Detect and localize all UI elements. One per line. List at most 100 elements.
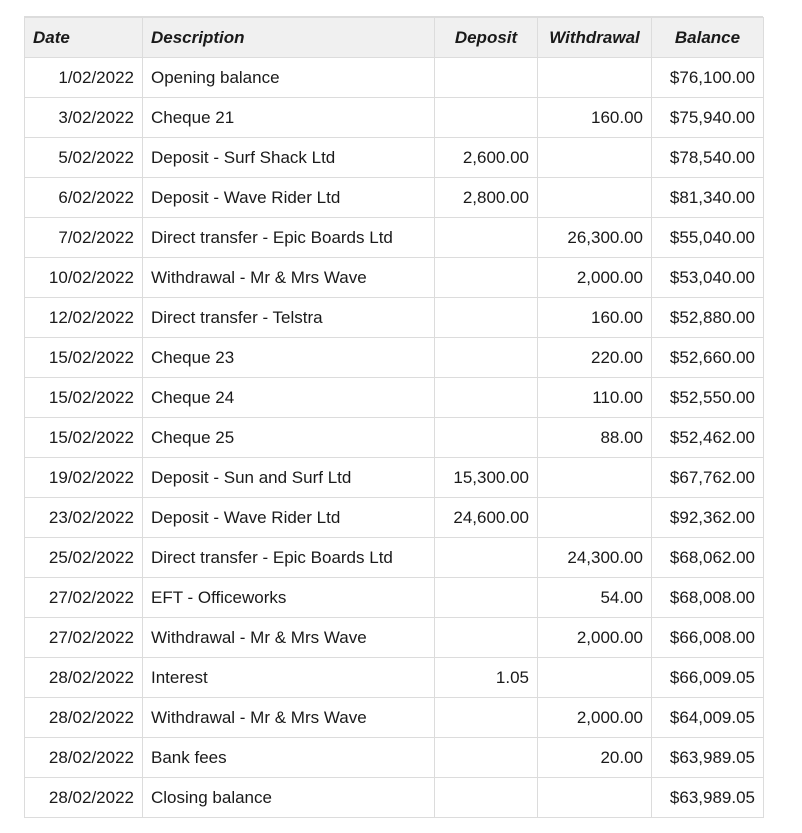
date-cell: 1/02/2022: [24, 57, 143, 98]
date-cell: 3/02/2022: [24, 97, 143, 138]
date-cell: 10/02/2022: [24, 257, 143, 298]
description-cell: Deposit - Wave Rider Ltd: [142, 177, 435, 218]
date-cell: 15/02/2022: [24, 377, 143, 418]
table-row: 12/02/2022 Direct transfer - Telstra 160.0…: [24, 297, 764, 338]
withdrawal-cell: 2,000.00: [537, 617, 652, 658]
description-cell: Interest: [142, 657, 435, 698]
balance-cell: $64,009.05: [651, 697, 764, 738]
date-cell: 25/02/2022: [24, 537, 143, 578]
table-row: 7/02/2022 Direct transfer - Epic Boards L…: [24, 217, 764, 258]
description-cell: Opening balance: [142, 57, 435, 98]
withdrawal-cell: [537, 777, 652, 818]
withdrawal-cell: 20.00: [537, 737, 652, 778]
deposit-cell: 1.05: [434, 657, 538, 698]
date-cell: 23/02/2022: [24, 497, 143, 538]
balance-cell: $68,062.00: [651, 537, 764, 578]
withdrawal-cell: 110.00: [537, 377, 652, 418]
deposit-cell: 15,300.00: [434, 457, 538, 498]
date-cell: 15/02/2022: [24, 337, 143, 378]
date-cell: 5/02/2022: [24, 137, 143, 178]
description-cell: Withdrawal - Mr & Mrs Wave: [142, 257, 435, 298]
date-cell: 28/02/2022: [24, 737, 143, 778]
description-cell: Direct transfer - Epic Boards Ltd: [142, 537, 435, 578]
description-cell: Deposit - Wave Rider Ltd: [142, 497, 435, 538]
description-cell: Cheque 25: [142, 417, 435, 458]
deposit-cell: [434, 57, 538, 98]
deposit-cell: [434, 297, 538, 338]
date-cell: 28/02/2022: [24, 657, 143, 698]
withdrawal-cell: 26,300.00: [537, 217, 652, 258]
deposit-cell: 2,600.00: [434, 137, 538, 178]
table-row: 28/02/2022 Bank fees 20.00 $63,989.05: [24, 737, 764, 778]
description-cell: Direct transfer - Epic Boards Ltd: [142, 217, 435, 258]
table-row: 3/02/2022 Cheque 21 160.00 $75,940.00: [24, 97, 764, 138]
balance-cell: $81,340.00: [651, 177, 764, 218]
balance-cell: $66,009.05: [651, 657, 764, 698]
withdrawal-cell: 88.00: [537, 417, 652, 458]
balance-cell: $63,989.05: [651, 737, 764, 778]
balance-cell: $52,880.00: [651, 297, 764, 338]
date-cell: 7/02/2022: [24, 217, 143, 258]
balance-cell: $52,462.00: [651, 417, 764, 458]
withdrawal-cell: 220.00: [537, 337, 652, 378]
description-cell: Withdrawal - Mr & Mrs Wave: [142, 697, 435, 738]
balance-cell: $52,660.00: [651, 337, 764, 378]
balance-cell: $55,040.00: [651, 217, 764, 258]
withdrawal-cell: 160.00: [537, 97, 652, 138]
bank-statement-table: Date Description Deposit Withdrawal Bala…: [24, 17, 764, 818]
column-header-withdrawal: Withdrawal: [537, 17, 652, 58]
table-row: 28/02/2022 Closing balance $63,989.05: [24, 777, 764, 818]
table-row: 15/02/2022 Cheque 25 88.00 $52,462.00: [24, 417, 764, 458]
description-cell: Deposit - Sun and Surf Ltd: [142, 457, 435, 498]
withdrawal-cell: [537, 497, 652, 538]
column-header-date: Date: [24, 17, 143, 58]
deposit-cell: [434, 737, 538, 778]
column-header-balance: Balance: [651, 17, 764, 58]
description-cell: Cheque 24: [142, 377, 435, 418]
description-cell: EFT - Officeworks: [142, 577, 435, 618]
bank-statement-table-wrapper: Date Description Deposit Withdrawal Bala…: [24, 16, 764, 818]
deposit-cell: [434, 377, 538, 418]
deposit-cell: [434, 217, 538, 258]
balance-cell: $52,550.00: [651, 377, 764, 418]
table-row: 10/02/2022 Withdrawal - Mr & Mrs Wave 2,00…: [24, 257, 764, 298]
description-cell: Bank fees: [142, 737, 435, 778]
balance-cell: $66,008.00: [651, 617, 764, 658]
withdrawal-cell: 24,300.00: [537, 537, 652, 578]
table-row: 5/02/2022 Deposit - Surf Shack Ltd 2,600.0…: [24, 137, 764, 178]
withdrawal-cell: 160.00: [537, 297, 652, 338]
table-row: 19/02/2022 Deposit - Sun and Surf Ltd 15,3…: [24, 457, 764, 498]
withdrawal-cell: [537, 177, 652, 218]
date-cell: 6/02/2022: [24, 177, 143, 218]
deposit-cell: [434, 417, 538, 458]
balance-cell: $78,540.00: [651, 137, 764, 178]
withdrawal-cell: 2,000.00: [537, 257, 652, 298]
withdrawal-cell: 2,000.00: [537, 697, 652, 738]
balance-cell: $68,008.00: [651, 577, 764, 618]
header-row: Date Description Deposit Withdrawal Bala…: [24, 17, 764, 58]
date-cell: 15/02/2022: [24, 417, 143, 458]
withdrawal-cell: [537, 657, 652, 698]
deposit-cell: [434, 617, 538, 658]
balance-cell: $63,989.05: [651, 777, 764, 818]
withdrawal-cell: [537, 137, 652, 178]
deposit-cell: [434, 97, 538, 138]
column-header-deposit: Deposit: [434, 17, 538, 58]
table-row: 23/02/2022 Deposit - Wave Rider Ltd 24,600…: [24, 497, 764, 538]
description-cell: Direct transfer - Telstra: [142, 297, 435, 338]
table-row: 25/02/2022 Direct transfer - Epic Boards …: [24, 537, 764, 578]
table-row: 27/02/2022 EFT - Officeworks 54.00 $68,008.…: [24, 577, 764, 618]
date-cell: 28/02/2022: [24, 777, 143, 818]
description-cell: Closing balance: [142, 777, 435, 818]
table-row: 15/02/2022 Cheque 24 110.00 $52,550.00: [24, 377, 764, 418]
balance-cell: $92,362.00: [651, 497, 764, 538]
deposit-cell: [434, 697, 538, 738]
table-row: 28/02/2022 Interest 1.05 $66,009.05: [24, 657, 764, 698]
column-header-description: Description: [142, 17, 435, 58]
date-cell: 27/02/2022: [24, 577, 143, 618]
balance-cell: $75,940.00: [651, 97, 764, 138]
deposit-cell: [434, 257, 538, 298]
deposit-cell: 2,800.00: [434, 177, 538, 218]
table-header: Date Description Deposit Withdrawal Bala…: [24, 17, 764, 58]
deposit-cell: 24,600.00: [434, 497, 538, 538]
